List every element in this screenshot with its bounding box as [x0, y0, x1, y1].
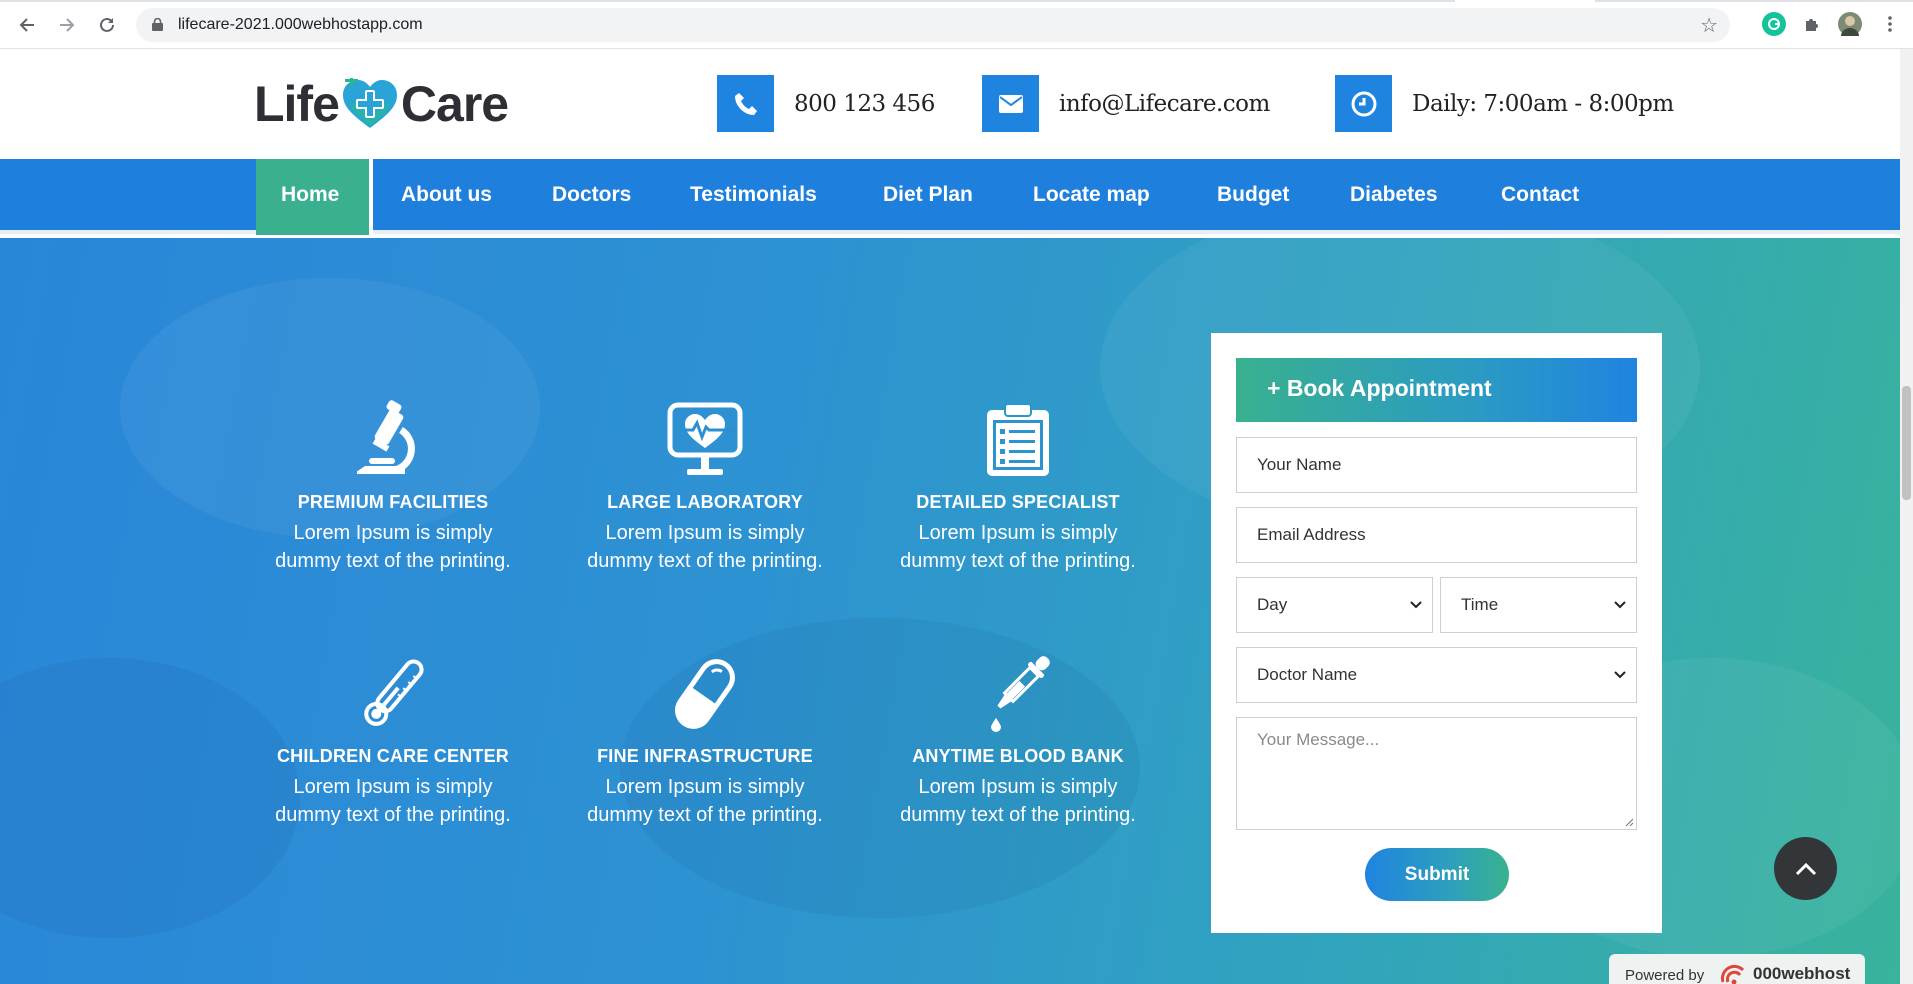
- day-select[interactable]: Day: [1236, 577, 1433, 633]
- nav-item-about[interactable]: About us: [401, 183, 492, 207]
- name-input[interactable]: Your Name: [1236, 437, 1637, 493]
- form-title: + Book Appointment: [1267, 375, 1492, 401]
- page-scrollbar[interactable]: [1900, 49, 1913, 984]
- clock-icon: [1335, 75, 1392, 132]
- doctor-select[interactable]: Doctor Name: [1236, 647, 1637, 703]
- email-contact[interactable]: info@Lifecare.com: [982, 75, 1270, 132]
- scrollbar-thumb[interactable]: [1902, 386, 1911, 500]
- nav-item-home[interactable]: Home: [281, 183, 339, 207]
- url-text: lifecare-2021.000webhostapp.com: [178, 16, 423, 33]
- browser-toolbar: lifecare-2021.000webhostapp.com ☆: [0, 0, 1913, 49]
- lifecare-logo[interactable]: Life Care: [254, 76, 509, 132]
- feature-title: FINE INFRASTRUCTURE: [597, 746, 813, 766]
- feature-title: ANYTIME BLOOD BANK: [912, 746, 1124, 766]
- powered-by-badge[interactable]: Powered by 000webhost: [1609, 954, 1865, 984]
- feature-title: PREMIUM FACILITIES: [297, 492, 489, 512]
- profile-avatar[interactable]: [1838, 12, 1862, 36]
- feature-children-care: CHILDREN CARE CENTER Lorem Ipsum is simp…: [237, 652, 549, 829]
- nav-item-locate-map[interactable]: Locate map: [1033, 183, 1150, 207]
- scroll-to-top-button[interactable]: [1774, 837, 1837, 900]
- feature-description: Lorem Ipsum is simply dummy text of the p…: [587, 522, 823, 572]
- feature-title: LARGE LABORATORY: [607, 492, 803, 512]
- nav-item-diabetes[interactable]: Diabetes: [1350, 183, 1438, 207]
- feature-detailed-specialist: DETAILED SPECIALIST Lorem Ipsum is simpl…: [862, 398, 1174, 575]
- feature-title: DETAILED SPECIALIST: [916, 492, 1120, 512]
- nav-item-doctors[interactable]: Doctors: [552, 183, 631, 207]
- day-value: Day: [1257, 595, 1288, 614]
- submit-button[interactable]: Submit: [1365, 848, 1509, 901]
- email-placeholder: Email Address: [1257, 525, 1366, 544]
- feature-large-laboratory: LARGE LABORATORY Lorem Ipsum is simply du…: [549, 398, 861, 575]
- chevron-down-icon: [1614, 671, 1626, 679]
- powered-by-text: Powered by: [1625, 967, 1705, 984]
- back-icon[interactable]: [12, 10, 42, 40]
- bookmark-star-icon[interactable]: ☆: [1700, 13, 1718, 37]
- microscope-icon: [237, 398, 549, 478]
- address-bar[interactable]: lifecare-2021.000webhostapp.com ☆: [136, 8, 1730, 42]
- logo-text-life: Life: [254, 76, 340, 132]
- feature-description: Lorem Ipsum is simply dummy text of the p…: [275, 776, 511, 826]
- feature-description: Lorem Ipsum is simply dummy text of the p…: [900, 776, 1136, 826]
- email-address: info@Lifecare.com: [1059, 90, 1270, 117]
- clipboard-icon: [862, 398, 1174, 478]
- monitor-heart-icon: [549, 398, 861, 478]
- message-textarea[interactable]: Your Message...: [1236, 717, 1637, 830]
- chevron-up-icon: [1795, 862, 1816, 875]
- form-header: + Book Appointment: [1236, 358, 1637, 422]
- browser-menu-icon[interactable]: [1878, 12, 1902, 36]
- grammarly-icon[interactable]: [1762, 12, 1786, 36]
- forward-icon[interactable]: [52, 10, 82, 40]
- time-select[interactable]: Time: [1440, 577, 1637, 633]
- phone-contact[interactable]: 800 123 456: [717, 75, 935, 132]
- host-name: 000webhost: [1753, 964, 1851, 983]
- feature-description: Lorem Ipsum is simply dummy text of the p…: [275, 522, 511, 572]
- opening-hours: Daily: 7:00am - 8:00pm: [1412, 90, 1674, 117]
- 000webhost-logo-icon: [1720, 964, 1745, 984]
- resize-handle-icon[interactable]: [1624, 817, 1634, 827]
- phone-number: 800 123 456: [794, 90, 935, 117]
- appointment-form: + Book Appointment Your Name Email Addre…: [1211, 333, 1662, 933]
- chevron-down-icon: [1614, 601, 1626, 609]
- heart-cross-logo-icon: [342, 78, 397, 128]
- feature-title: CHILDREN CARE CENTER: [276, 746, 509, 766]
- time-value: Time: [1461, 595, 1499, 614]
- pill-icon: [549, 652, 861, 732]
- lock-icon: [152, 18, 163, 31]
- extensions-puzzle-icon[interactable]: [1800, 12, 1824, 36]
- main-navigation: Home About us Doctors Testimonials Diet …: [0, 159, 1900, 240]
- feature-premium-facilities: PREMIUM FACILITIES Lorem Ipsum is simply…: [237, 398, 549, 575]
- message-placeholder: Your Message...: [1257, 730, 1380, 749]
- name-placeholder: Your Name: [1257, 455, 1342, 474]
- phone-icon: [717, 75, 774, 132]
- chevron-down-icon: [1410, 601, 1422, 609]
- feature-description: Lorem Ipsum is simply dummy text of the p…: [900, 522, 1136, 572]
- hours-contact: Daily: 7:00am - 8:00pm: [1335, 75, 1674, 132]
- site-header: Life Care 800 123 456 info@Lifecare.com …: [0, 49, 1900, 159]
- feature-description: Lorem Ipsum is simply dummy text of the p…: [587, 776, 823, 826]
- envelope-icon: [982, 75, 1039, 132]
- nav-item-contact[interactable]: Contact: [1501, 183, 1579, 207]
- dropper-icon: [862, 652, 1174, 732]
- thermometer-icon: [237, 652, 549, 732]
- tab-strip-edge: [0, 0, 1913, 2]
- feature-blood-bank: ANYTIME BLOOD BANK Lorem Ipsum is simply…: [862, 652, 1174, 829]
- email-input[interactable]: Email Address: [1236, 507, 1637, 563]
- reload-icon[interactable]: [92, 10, 122, 40]
- nav-item-diet-plan[interactable]: Diet Plan: [883, 183, 973, 207]
- nav-item-budget[interactable]: Budget: [1217, 183, 1289, 207]
- nav-item-testimonials[interactable]: Testimonials: [690, 183, 817, 207]
- logo-text-care: Care: [400, 76, 509, 132]
- submit-label: Submit: [1404, 863, 1470, 885]
- feature-fine-infrastructure: FINE INFRASTRUCTURE Lorem Ipsum is simpl…: [549, 652, 861, 829]
- doctor-value: Doctor Name: [1257, 665, 1358, 684]
